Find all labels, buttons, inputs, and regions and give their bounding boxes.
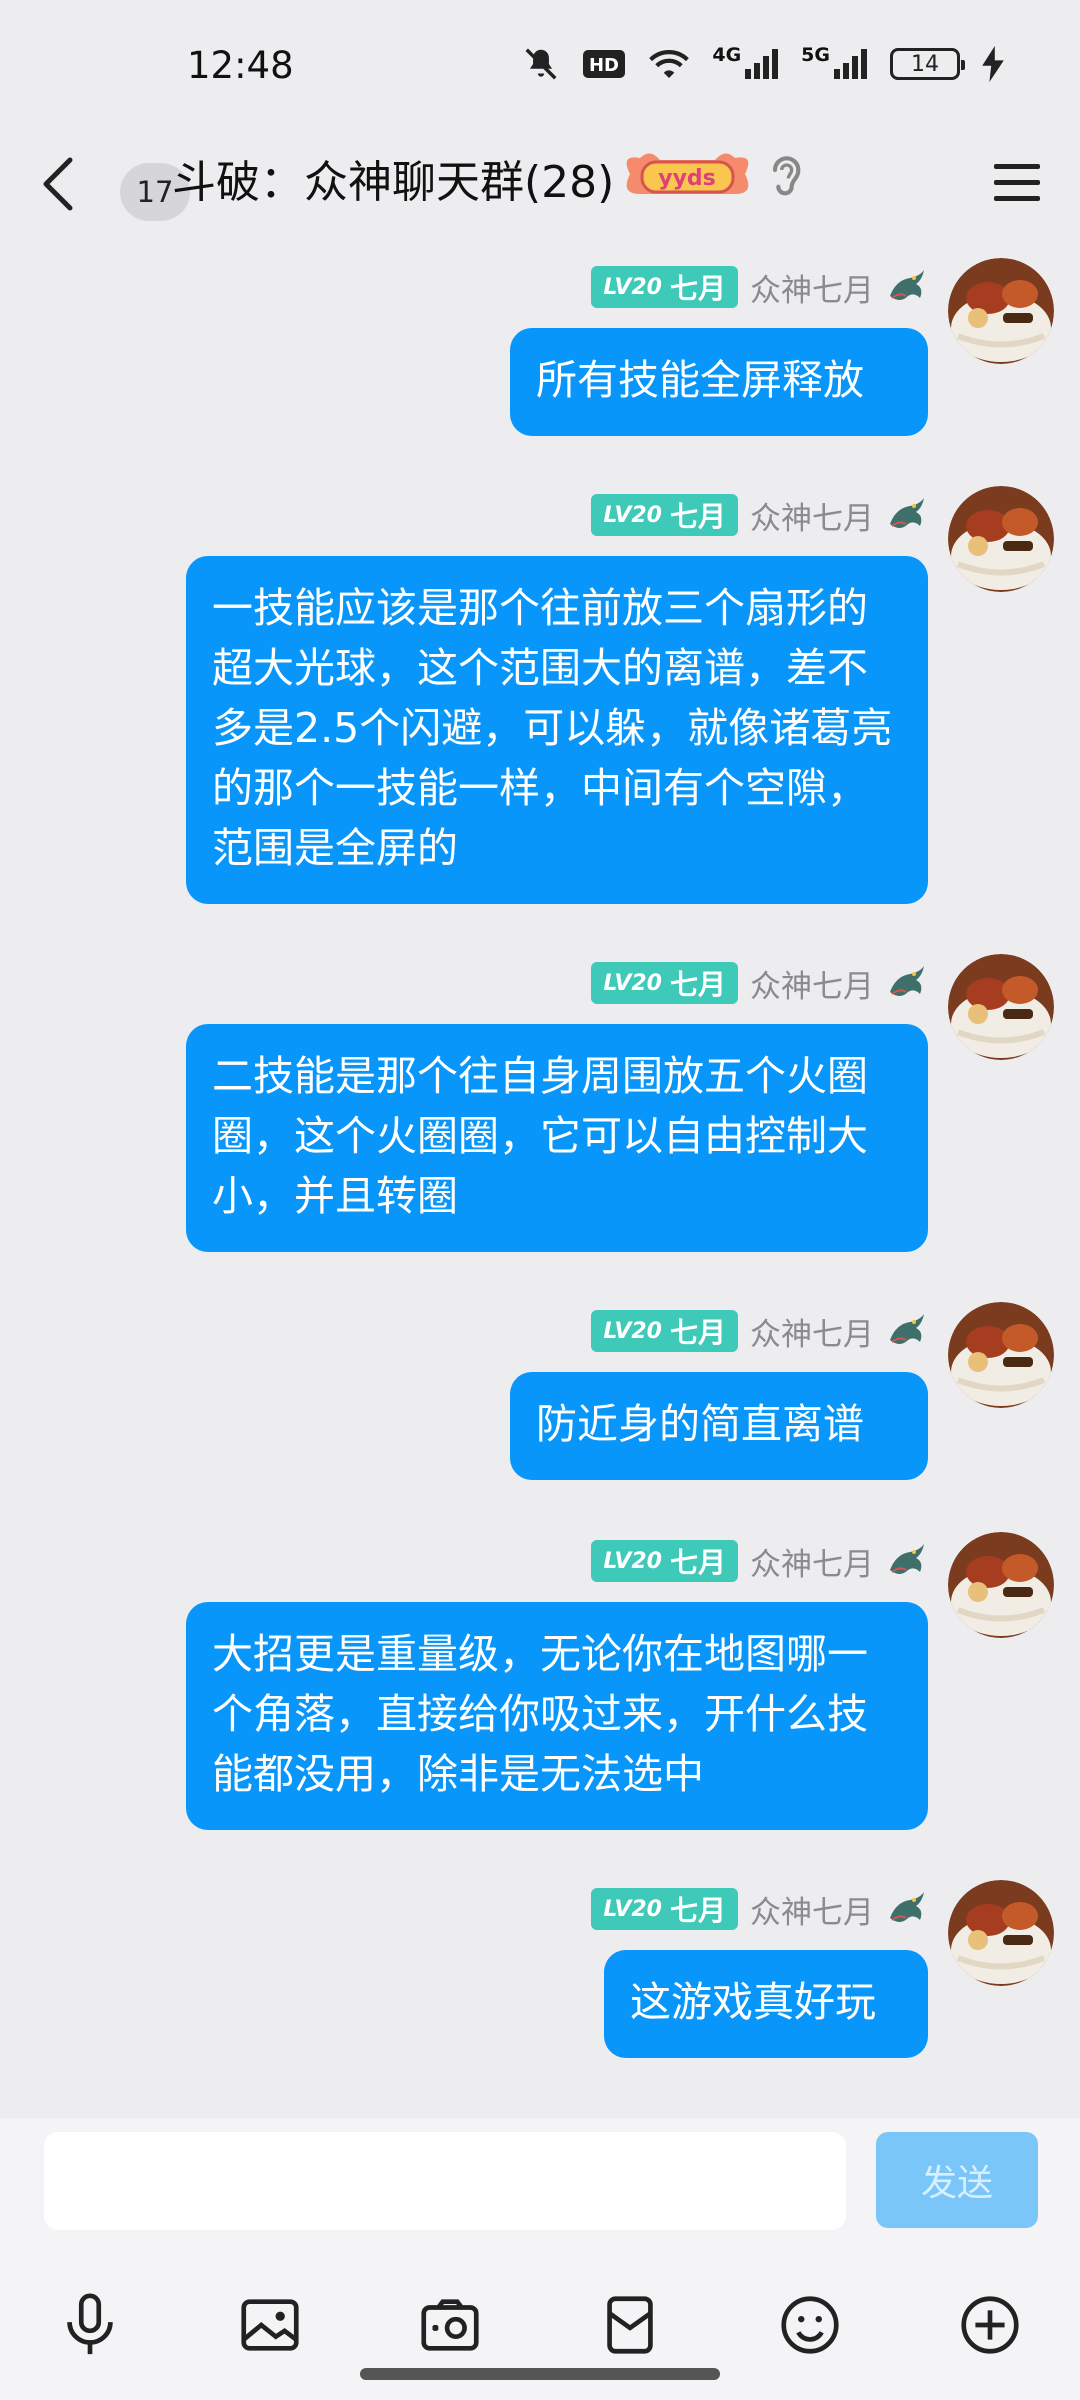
home-indicator[interactable] [360, 2368, 720, 2380]
level-text: LV20 [603, 274, 662, 300]
chat-header: 17 斗破：众神聊天群(28) yyds [0, 130, 1080, 238]
input-toolbar [0, 2290, 1080, 2370]
level-badge[interactable]: LV20 七月 [591, 494, 738, 536]
message-list[interactable]: LV20 七月 众神七月 所有技能全屏释放 LV20 七月 众神七月 一技能应该是那个往前… [0, 238, 1080, 2118]
message-bubble[interactable]: 大招更是重量级，无论你在地图哪一个角落，直接给你吸过来，开什么技能都没用，除非是… [186, 1602, 928, 1830]
dragon-icon [886, 962, 928, 1004]
svg-text:yyds: yyds [658, 166, 716, 191]
message-meta: LV20 七月 众神七月 [591, 265, 928, 310]
sender-name[interactable]: 众神七月 [750, 961, 874, 1006]
signal-5g-icon: 5G [801, 44, 868, 84]
level-badge[interactable]: LV20 七月 [591, 1540, 738, 1582]
plus-icon[interactable] [955, 2290, 1025, 2360]
avatar[interactable] [948, 1302, 1054, 1408]
dragon-icon [886, 1540, 928, 1582]
emoji-icon[interactable] [775, 2290, 845, 2360]
charging-icon [982, 44, 1004, 84]
message-meta: LV20 七月 众神七月 [591, 1309, 928, 1354]
avatar[interactable] [948, 954, 1054, 1060]
avatar[interactable] [948, 1880, 1054, 1986]
ear-icon[interactable] [765, 150, 805, 210]
avatar[interactable] [948, 1532, 1054, 1638]
level-badge[interactable]: LV20 七月 [591, 962, 738, 1004]
signal-4g-icon: 4G [712, 44, 779, 84]
input-area: 发送 [0, 2118, 1080, 2400]
member-title: 七月 [669, 500, 726, 533]
level-text: LV20 [603, 1896, 662, 1922]
level-text: LV20 [603, 502, 662, 528]
message-bubble[interactable]: 所有技能全屏释放 [510, 328, 928, 436]
status-bar: 12:48 HD 4G 5G 14 [0, 0, 1080, 130]
sender-name[interactable]: 众神七月 [750, 265, 874, 310]
status-time: 12:48 [187, 44, 294, 87]
image-icon[interactable] [235, 2290, 305, 2360]
sender-name[interactable]: 众神七月 [750, 1539, 874, 1584]
back-button[interactable]: 17 [40, 152, 190, 221]
level-badge[interactable]: LV20 七月 [591, 1310, 738, 1352]
sender-name[interactable]: 众神七月 [750, 1309, 874, 1354]
microphone-icon[interactable] [55, 2290, 125, 2360]
message-meta: LV20 七月 众神七月 [591, 493, 928, 538]
menu-icon [994, 164, 1040, 201]
back-arrow-icon [43, 157, 73, 211]
level-text: LV20 [603, 970, 662, 996]
sender-name[interactable]: 众神七月 [750, 493, 874, 538]
level-badge[interactable]: LV20 七月 [591, 266, 738, 308]
dragon-icon [886, 494, 928, 536]
status-icons: HD 4G 5G 14 [522, 44, 1004, 84]
message-meta: LV20 七月 众神七月 [591, 1887, 928, 1932]
dragon-icon [886, 1310, 928, 1352]
chat-title[interactable]: 斗破：众神聊天群(28) [172, 148, 614, 218]
message-bubble[interactable]: 二技能是那个往自身周围放五个火圈圈，这个火圈圈，它可以自由控制大小，并且转圈 [186, 1024, 928, 1252]
yyds-badge-icon: yyds [620, 144, 755, 208]
net-4g-label: 4G [712, 44, 742, 66]
message-meta: LV20 七月 众神七月 [591, 1539, 928, 1584]
sender-name[interactable]: 众神七月 [750, 1887, 874, 1932]
message-bubble[interactable]: 这游戏真好玩 [604, 1950, 928, 2058]
avatar[interactable] [948, 258, 1054, 364]
message-meta: LV20 七月 众神七月 [591, 961, 928, 1006]
red-packet-icon[interactable] [595, 2290, 665, 2360]
message-bubble[interactable]: 防近身的简直离谱 [510, 1372, 928, 1480]
level-text: LV20 [603, 1548, 662, 1574]
battery-icon: 14 [890, 48, 965, 80]
svg-text:HD: HD [589, 55, 619, 76]
camera-icon[interactable] [415, 2290, 485, 2360]
level-badge[interactable]: LV20 七月 [591, 1888, 738, 1930]
battery-level: 14 [911, 51, 939, 77]
hd-icon: HD [582, 44, 626, 84]
mute-icon [522, 44, 560, 84]
member-title: 七月 [669, 272, 726, 305]
menu-button[interactable] [990, 156, 1044, 210]
dragon-icon [886, 266, 928, 308]
member-title: 七月 [669, 1546, 726, 1579]
dragon-icon [886, 1888, 928, 1930]
message-bubble[interactable]: 一技能应该是那个往前放三个扇形的超大光球，这个范围大的离谱，差不多是2.5个闪避… [186, 556, 928, 904]
member-title: 七月 [669, 968, 726, 1001]
member-title: 七月 [669, 1316, 726, 1349]
message-input[interactable] [44, 2132, 846, 2230]
level-text: LV20 [603, 1318, 662, 1344]
wifi-icon [648, 44, 690, 84]
avatar[interactable] [948, 486, 1054, 592]
member-title: 七月 [669, 1894, 726, 1927]
send-button[interactable]: 发送 [876, 2132, 1038, 2228]
net-5g-label: 5G [801, 44, 830, 66]
